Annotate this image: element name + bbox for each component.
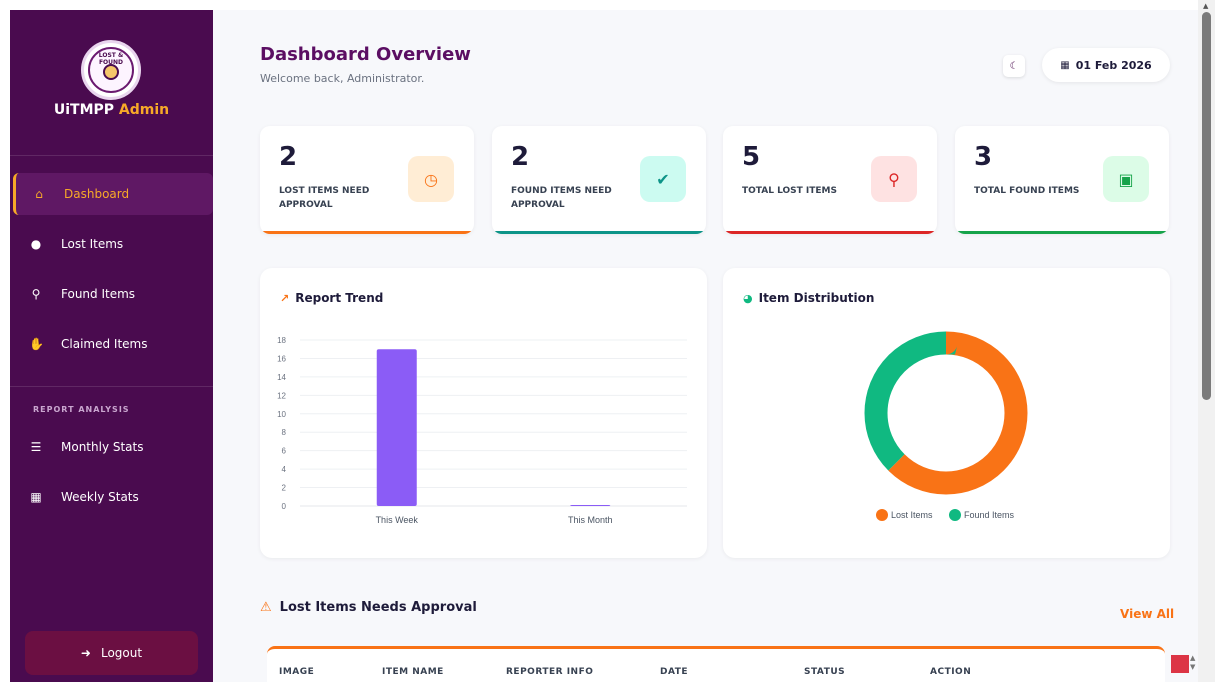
logo-mascot-icon bbox=[103, 64, 119, 80]
sidebar-item-claimed-items[interactable]: ✋ Claimed Items bbox=[13, 323, 213, 365]
y-tick-label: 0 bbox=[282, 502, 287, 511]
calendar-check-icon: ▦ bbox=[30, 490, 42, 504]
search-icon: ⚲ bbox=[888, 169, 900, 189]
theme-toggle-button[interactable]: ☾ bbox=[1003, 55, 1025, 77]
y-tick-label: 8 bbox=[282, 428, 287, 437]
stat-label: TOTAL FOUND ITEMS bbox=[974, 186, 1080, 196]
legend-swatch bbox=[949, 509, 961, 521]
y-tick-label: 2 bbox=[282, 484, 287, 493]
vertical-scrollbar[interactable]: ▲ bbox=[1198, 0, 1215, 682]
stat-label: TOTAL LOST ITEMS bbox=[742, 186, 837, 196]
scroll-up-arrow-icon[interactable]: ▲ bbox=[1203, 2, 1208, 10]
y-tick-label: 10 bbox=[277, 410, 286, 419]
column-header: ITEM NAME bbox=[382, 667, 444, 677]
clipboard-check-icon: ✔ bbox=[656, 169, 670, 189]
logout-icon: ➜ bbox=[80, 646, 91, 660]
approval-section-title: ⚠ Lost Items Needs Approval bbox=[260, 600, 477, 615]
brand-name: UiTMPP Admin bbox=[53, 102, 170, 118]
date-display: ▦ 01 Feb 2026 bbox=[1042, 48, 1170, 82]
item-distribution-panel: ◕ Item Distribution Lost Items Found Item… bbox=[723, 268, 1170, 558]
sidebar-item-found-items[interactable]: ⚲ Found Items bbox=[13, 273, 213, 315]
search-plus-icon: ⚲ bbox=[31, 287, 41, 301]
home-icon: ⌂ bbox=[35, 187, 43, 201]
sidebar-divider bbox=[10, 155, 213, 156]
column-header: DATE bbox=[660, 667, 689, 677]
y-tick-label: 18 bbox=[277, 336, 286, 345]
sidebar-item-dashboard[interactable]: ⌂ Dashboard bbox=[13, 173, 213, 215]
y-tick-label: 6 bbox=[282, 447, 287, 456]
alert-circle-icon: ● bbox=[30, 237, 42, 251]
approval-table: IMAGE ITEM NAME REPORTER INFO DATE STATU… bbox=[267, 646, 1165, 682]
spinner-arrows-icon[interactable]: ▲ ▼ bbox=[1190, 654, 1195, 672]
page-title: Dashboard Overview bbox=[260, 44, 471, 65]
y-tick-label: 12 bbox=[277, 391, 286, 400]
y-tick-label: 4 bbox=[282, 465, 287, 474]
main-content: Dashboard Overview Welcome back, Adminis… bbox=[213, 10, 1198, 682]
logo-text: LOST & FOUND bbox=[98, 52, 124, 66]
box-open-icon: ▣ bbox=[1118, 169, 1134, 189]
stat-label: LOST ITEMS NEED APPROVAL bbox=[279, 186, 370, 210]
page-subtitle: Welcome back, Administrator. bbox=[260, 72, 425, 85]
report-trend-chart: 0 2 4 6 8 10 12 14 16 18 This Week This Month bbox=[277, 336, 687, 525]
stat-value: 2 bbox=[279, 142, 298, 172]
legend-label: Lost Items bbox=[891, 510, 933, 520]
bell-icon: ⚠ bbox=[260, 600, 272, 615]
sidebar-divider bbox=[10, 386, 213, 387]
stat-card-lost-approval: 2 LOST ITEMS NEED APPROVAL ◷ bbox=[260, 126, 474, 234]
logout-button[interactable]: ➜ Logout bbox=[25, 631, 198, 675]
bar bbox=[376, 349, 417, 506]
stat-value: 3 bbox=[974, 142, 993, 172]
clock-icon: ◷ bbox=[424, 169, 438, 189]
scrollbar-thumb[interactable] bbox=[1202, 12, 1211, 400]
stat-value: 2 bbox=[511, 142, 530, 172]
app-logo: LOST & FOUND bbox=[81, 40, 141, 100]
legend-swatch bbox=[876, 509, 888, 521]
report-trend-panel: ↗ Report Trend 0 2 4 6 8 10 12 14 16 18 This Week T… bbox=[260, 268, 707, 558]
pie-chart-icon: ◕ bbox=[743, 291, 753, 305]
sidebar: LOST & FOUND UiTMPP Admin ⌂ Dashboard ● … bbox=[10, 10, 213, 682]
stat-card-total-lost: 5 TOTAL LOST ITEMS ⚲ bbox=[723, 126, 937, 234]
sidebar-item-monthly-stats[interactable]: ☰ Monthly Stats bbox=[13, 426, 213, 468]
calendar-icon: ▦ bbox=[1060, 59, 1070, 71]
x-tick-label: This Week bbox=[376, 515, 419, 525]
sidebar-item-lost-items[interactable]: ● Lost Items bbox=[13, 223, 213, 265]
y-tick-label: 14 bbox=[277, 373, 286, 382]
stat-card-found-approval: 2 FOUND ITEMS NEED APPROVAL ✔ bbox=[492, 126, 706, 234]
stat-card-total-found: 3 TOTAL FOUND ITEMS ▣ bbox=[955, 126, 1169, 234]
column-header: STATUS bbox=[804, 667, 846, 677]
column-header: ACTION bbox=[930, 667, 972, 677]
bar bbox=[570, 505, 611, 506]
app-window: LOST & FOUND UiTMPP Admin ⌂ Dashboard ● … bbox=[0, 0, 1215, 682]
view-all-link[interactable]: View All bbox=[1120, 607, 1174, 621]
x-tick-label: This Month bbox=[568, 515, 613, 525]
moon-icon: ☾ bbox=[1009, 60, 1019, 72]
panel-title: Report Trend bbox=[295, 291, 384, 305]
panel-title: Item Distribution bbox=[758, 291, 875, 305]
chart-line-icon: ↗ bbox=[280, 291, 290, 305]
bar-list-icon: ☰ bbox=[30, 440, 42, 454]
stat-value: 5 bbox=[742, 142, 761, 172]
stat-label: FOUND ITEMS NEED APPROVAL bbox=[511, 186, 612, 210]
column-header: IMAGE bbox=[279, 667, 315, 677]
section-label-report-analysis: REPORT ANALYSIS bbox=[33, 405, 130, 414]
handshake-icon: ✋ bbox=[29, 337, 44, 351]
floating-widget[interactable] bbox=[1171, 655, 1189, 673]
legend-label: Found Items bbox=[964, 510, 1015, 520]
item-distribution-chart: Lost Items Found Items bbox=[864, 331, 1028, 521]
y-tick-label: 16 bbox=[277, 354, 286, 363]
column-header: REPORTER INFO bbox=[506, 667, 594, 677]
sidebar-item-weekly-stats[interactable]: ▦ Weekly Stats bbox=[13, 476, 213, 518]
